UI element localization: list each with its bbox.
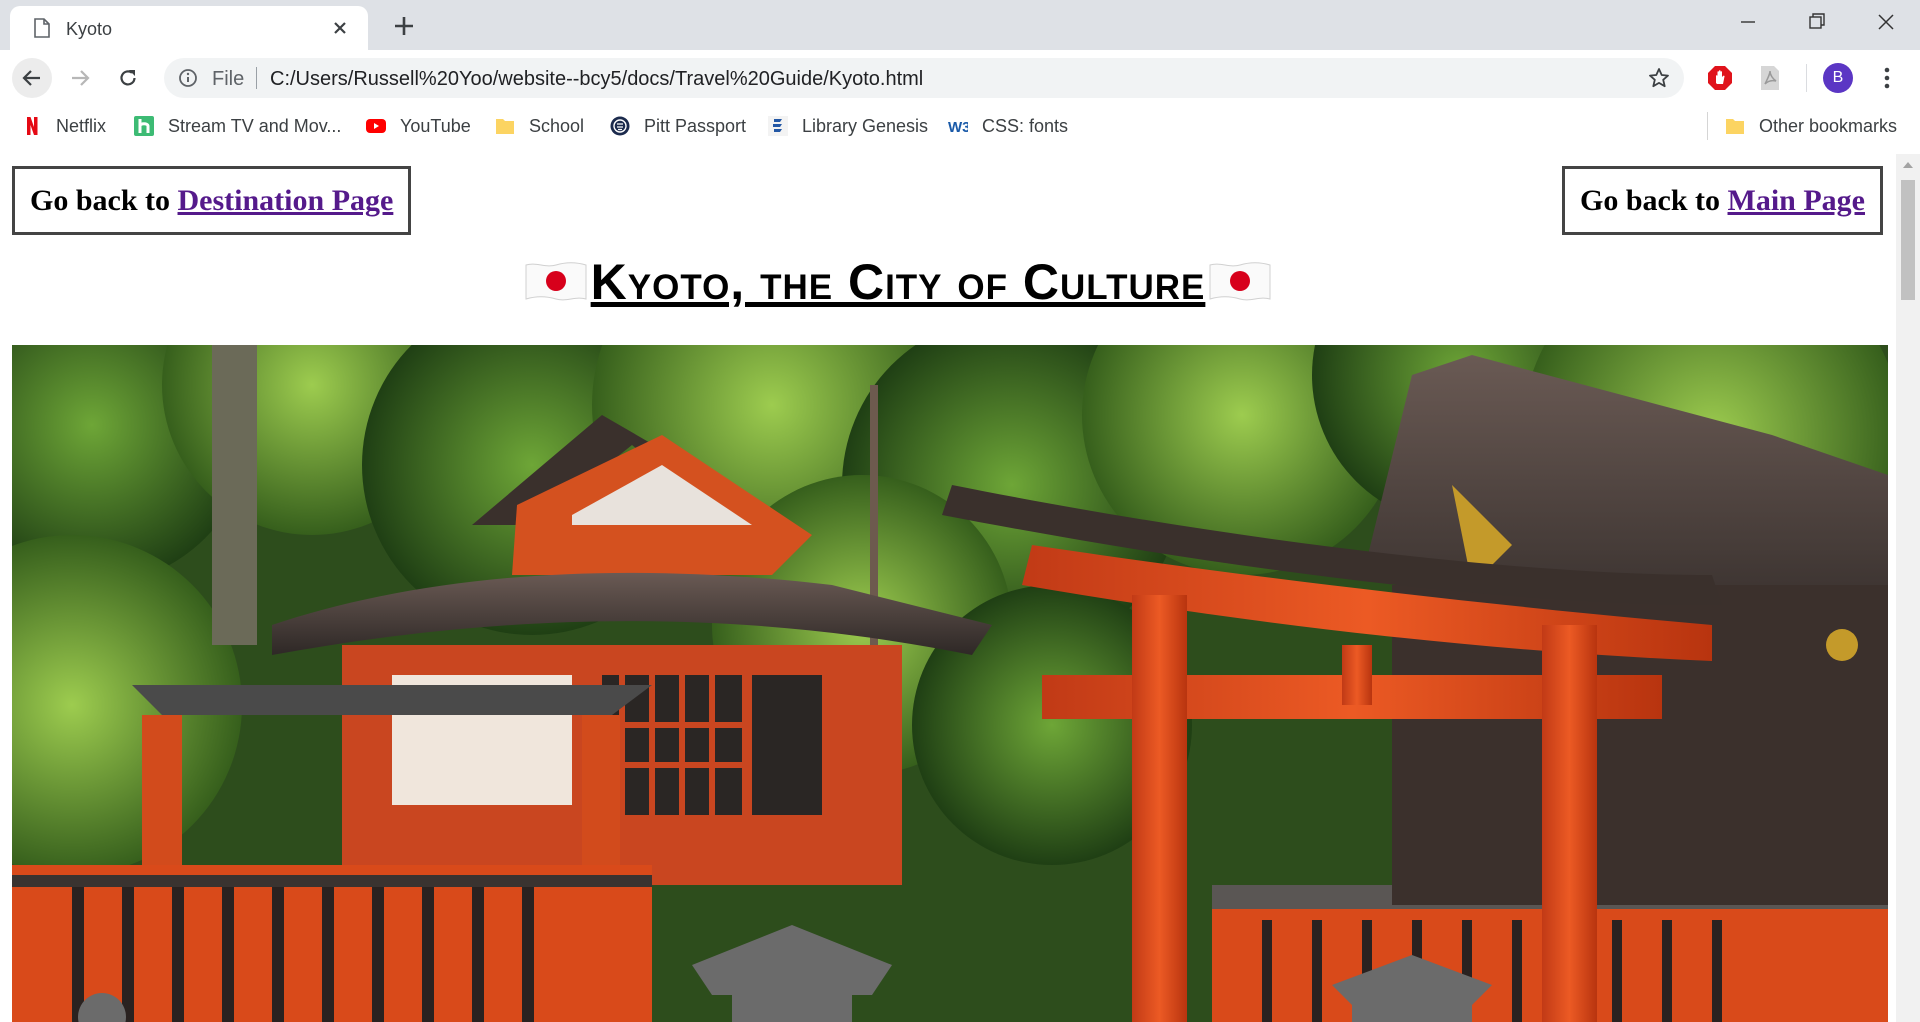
bookmark-label: Netflix [56, 115, 107, 136]
bookmark-label: CSS: fonts [982, 115, 1069, 136]
bookmark-library-genesis[interactable]: Library Genesis [768, 114, 928, 138]
bookmark-school[interactable]: School [495, 114, 584, 138]
bookmark-label: YouTube [400, 115, 471, 136]
vertical-scrollbar[interactable] [1896, 154, 1920, 1022]
hulu-icon [134, 116, 154, 136]
minimize-icon[interactable] [1728, 8, 1768, 36]
bookmark-label: Library Genesis [802, 115, 929, 136]
bookmark-pitt-passport[interactable]: Pitt Passport [610, 114, 746, 138]
toolbar-separator [1806, 64, 1807, 92]
forward-button[interactable] [60, 58, 100, 98]
folder-icon [496, 119, 514, 134]
netflix-icon [27, 117, 38, 135]
profile-avatar[interactable]: B [1823, 63, 1853, 93]
bookmark-label: Stream TV and Mov... [168, 115, 342, 136]
back-prefix: Go back to [1580, 184, 1728, 217]
url-text[interactable]: C:/Users/Russell%20Yoo/website--bcy5/doc… [270, 68, 923, 91]
arrow-right-icon [72, 70, 90, 86]
page-icon [34, 18, 50, 38]
scroll-up-icon[interactable] [1902, 160, 1914, 170]
close-tab-icon[interactable] [328, 16, 352, 40]
bookmark-label: School [529, 115, 585, 136]
adblock-icon[interactable] [1706, 64, 1734, 92]
back-to-destination-box: Go back to Destination Page [12, 166, 412, 235]
bookmark-label: Pitt Passport [644, 115, 747, 136]
page-title: Kyoto, the City of Culture [590, 254, 1206, 310]
address-bar[interactable]: File C:/Users/Russell%20Yoo/website--bcy… [164, 58, 1684, 98]
bookmark-hulu[interactable]: Stream TV and Mov... [134, 114, 341, 138]
shrine-illustration [12, 345, 1888, 1022]
new-tab-icon[interactable] [390, 12, 418, 40]
pdf-extension-icon[interactable] [1756, 64, 1784, 92]
other-bookmarks-label: Other bookmarks [1759, 115, 1898, 136]
page-viewport: Go back to Destination Page Go back to M… [0, 154, 1920, 1022]
libgen-icon [768, 116, 788, 136]
bookmarks-bar: Netflix Stream TV and Mov... YouTube Sch… [0, 106, 1920, 146]
browser-toolbar: File C:/Users/Russell%20Yoo/website--bcy… [0, 50, 1920, 106]
restore-icon[interactable] [1796, 8, 1836, 36]
bookmark-youtube[interactable]: YouTube [366, 114, 471, 138]
main-page-link[interactable]: Main Page [1728, 184, 1865, 217]
youtube-icon [366, 119, 386, 133]
japan-flag-icon [1209, 262, 1271, 301]
w3-icon: W3 [948, 119, 968, 136]
info-icon[interactable] [178, 68, 198, 88]
bookmark-css-fonts[interactable]: W3 CSS: fonts [948, 114, 1068, 138]
star-icon[interactable] [1648, 67, 1670, 89]
arrow-left-icon [22, 70, 40, 86]
bookmarks-separator [1707, 112, 1708, 140]
scrollbar-thumb[interactable] [1901, 180, 1915, 300]
kyoto-shrine-photo [12, 345, 1888, 1022]
close-window-icon[interactable] [1866, 8, 1906, 36]
reload-button[interactable] [108, 58, 148, 98]
japan-flag-icon [525, 262, 587, 301]
tab-kyoto[interactable]: Kyoto [10, 6, 368, 50]
destination-page-link[interactable]: Destination Page [178, 184, 394, 217]
title-row: Kyoto, the City of Culture [0, 253, 1796, 311]
other-bookmarks[interactable]: Other bookmarks [1725, 114, 1897, 138]
address-separator [256, 67, 257, 89]
pitt-icon [610, 116, 630, 136]
svg-text:W3: W3 [948, 119, 968, 136]
folder-icon [1726, 119, 1744, 134]
kebab-menu-icon[interactable] [1876, 64, 1898, 92]
back-button[interactable] [12, 58, 52, 98]
back-prefix: Go back to [30, 184, 178, 217]
back-to-main-box: Go back to Main Page [1562, 166, 1883, 235]
scheme-label: File [212, 68, 245, 90]
tab-strip: Kyoto [0, 0, 1920, 50]
bookmark-netflix[interactable]: Netflix [22, 114, 106, 138]
reload-icon [120, 70, 136, 86]
tab-title: Kyoto [66, 19, 113, 39]
